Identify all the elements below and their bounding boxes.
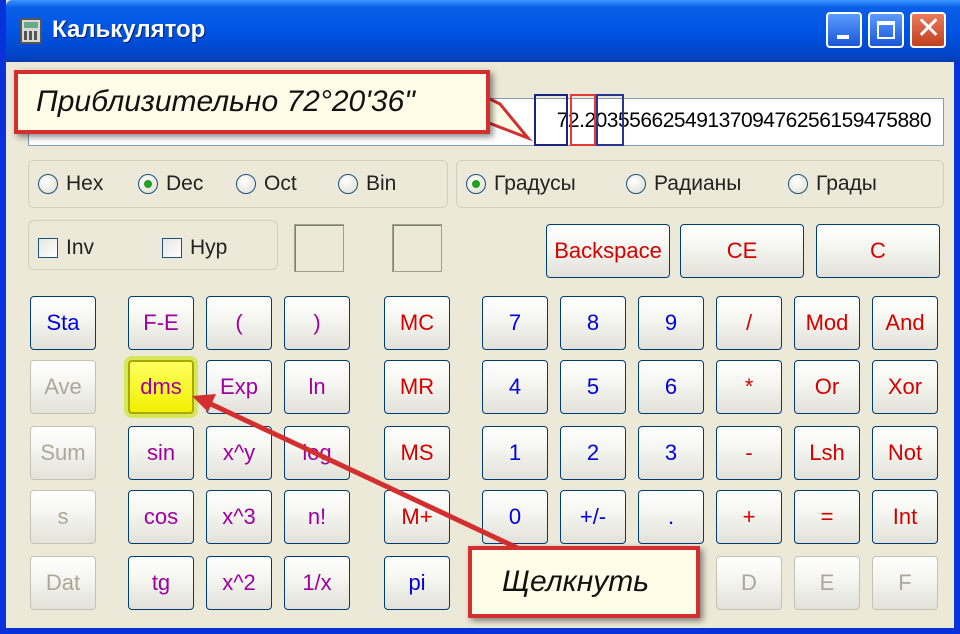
backspace-button[interactable]: Backspace	[546, 224, 670, 278]
radio-radians[interactable]: Радианы	[626, 172, 741, 196]
radio-oct[interactable]: Oct	[236, 172, 297, 196]
digit-9-button[interactable]: 9	[638, 296, 704, 350]
s-button[interactable]: s	[30, 490, 96, 544]
clear-button[interactable]: C	[816, 224, 940, 278]
close-icon: ✕	[916, 11, 942, 46]
and-button[interactable]: And	[872, 296, 938, 350]
sign-button[interactable]: +/-	[560, 490, 626, 544]
radio-degrees-circle	[466, 174, 486, 194]
radio-grads-circle	[788, 174, 808, 194]
or-button[interactable]: Or	[794, 360, 860, 414]
hex-e-button[interactable]: E	[794, 556, 860, 610]
checkbox-hyp[interactable]: Hyp	[162, 236, 227, 260]
fe-button[interactable]: F-E	[128, 296, 194, 350]
reciprocal-button[interactable]: 1/x	[284, 556, 350, 610]
factorial-button[interactable]: n!	[284, 490, 350, 544]
digit-2-button[interactable]: 2	[560, 426, 626, 480]
radio-radians-circle	[626, 174, 646, 194]
exp-button[interactable]: Exp	[206, 360, 272, 414]
cos-button[interactable]: cos	[128, 490, 194, 544]
click-instruction-callout: Щелкнуть	[468, 546, 700, 618]
minimize-button[interactable]	[826, 12, 862, 48]
dat-button[interactable]: Dat	[30, 556, 96, 610]
subtract-button[interactable]: -	[716, 426, 782, 480]
right-paren-button[interactable]: )	[284, 296, 350, 350]
equals-button[interactable]: =	[794, 490, 860, 544]
seconds-highlight-box	[596, 94, 624, 146]
degrees-highlight-box	[534, 94, 568, 146]
mr-button[interactable]: MR	[384, 360, 450, 414]
approx-value-callout: Приблизительно 72°20'36"	[14, 70, 490, 134]
radio-oct-circle	[236, 174, 256, 194]
calculator-icon	[20, 18, 42, 44]
digit-6-button[interactable]: 6	[638, 360, 704, 414]
radio-dec[interactable]: Dec	[138, 172, 203, 196]
radio-bin[interactable]: Bin	[338, 172, 396, 196]
ms-button[interactable]: MS	[384, 426, 450, 480]
sum-button[interactable]: Sum	[30, 426, 96, 480]
parenthesis-indicator	[294, 224, 344, 272]
xor-button[interactable]: Xor	[872, 360, 938, 414]
lsh-button[interactable]: Lsh	[794, 426, 860, 480]
x-pow-y-button[interactable]: x^y	[206, 426, 272, 480]
hex-d-button[interactable]: D	[716, 556, 782, 610]
pi-button[interactable]: pi	[384, 556, 450, 610]
sta-button[interactable]: Sta	[30, 296, 96, 350]
checkbox-hyp-box	[162, 238, 182, 258]
x-squared-button[interactable]: x^2	[206, 556, 272, 610]
dms-button[interactable]: dms	[128, 360, 194, 414]
left-paren-button[interactable]: (	[206, 296, 272, 350]
divide-button[interactable]: /	[716, 296, 782, 350]
minutes-highlight-box	[570, 94, 596, 146]
radio-dec-circle	[138, 174, 158, 194]
log-button[interactable]: log	[284, 426, 350, 480]
digit-7-button[interactable]: 7	[482, 296, 548, 350]
checkbox-inv[interactable]: Inv	[38, 236, 94, 260]
radio-grads[interactable]: Грады	[788, 172, 877, 196]
radio-hex-circle	[38, 174, 58, 194]
memory-indicator	[392, 224, 442, 272]
mod-button[interactable]: Mod	[794, 296, 860, 350]
hex-f-button[interactable]: F	[872, 556, 938, 610]
ave-button[interactable]: Ave	[30, 360, 96, 414]
maximize-icon	[877, 21, 895, 39]
mc-button[interactable]: MC	[384, 296, 450, 350]
radio-degrees[interactable]: Градусы	[466, 172, 576, 196]
x-cubed-button[interactable]: x^3	[206, 490, 272, 544]
window-title: Калькулятор	[52, 16, 206, 43]
radio-hex[interactable]: Hex	[38, 172, 103, 196]
int-button[interactable]: Int	[872, 490, 938, 544]
title-bar[interactable]: Калькулятор ✕	[6, 0, 960, 62]
not-button[interactable]: Not	[872, 426, 938, 480]
sin-button[interactable]: sin	[128, 426, 194, 480]
multiply-button[interactable]: *	[716, 360, 782, 414]
minimize-icon	[837, 35, 849, 39]
calculator-window: Калькулятор ✕ 72.20355662549137094762561…	[0, 0, 960, 634]
checkbox-inv-box	[38, 238, 58, 258]
radio-bin-circle	[338, 174, 358, 194]
tg-button[interactable]: tg	[128, 556, 194, 610]
clear-entry-button[interactable]: CE	[680, 224, 804, 278]
ln-button[interactable]: ln	[284, 360, 350, 414]
digit-4-button[interactable]: 4	[482, 360, 548, 414]
decimal-button[interactable]: .	[638, 490, 704, 544]
maximize-button[interactable]	[868, 12, 904, 48]
close-button[interactable]: ✕	[910, 11, 946, 48]
m-plus-button[interactable]: M+	[384, 490, 450, 544]
digit-0-button[interactable]: 0	[482, 490, 548, 544]
digit-1-button[interactable]: 1	[482, 426, 548, 480]
digit-5-button[interactable]: 5	[560, 360, 626, 414]
add-button[interactable]: +	[716, 490, 782, 544]
digit-8-button[interactable]: 8	[560, 296, 626, 350]
digit-3-button[interactable]: 3	[638, 426, 704, 480]
